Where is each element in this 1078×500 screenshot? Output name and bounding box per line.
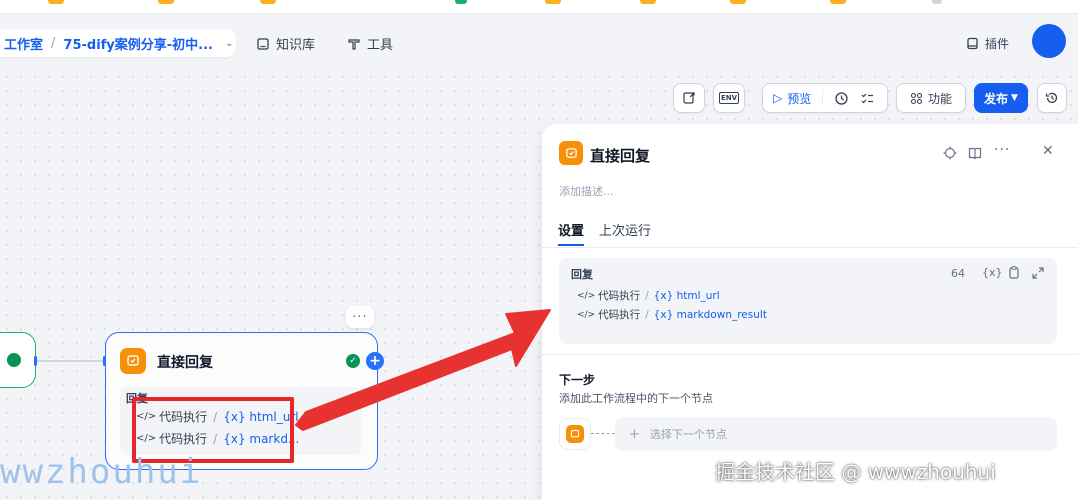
success-check-icon: [7, 353, 21, 367]
book-icon: [257, 37, 269, 50]
chevron-down-icon: ▼: [1011, 93, 1018, 103]
var-source: 代码执行: [598, 290, 641, 302]
docs-book-icon[interactable]: [968, 146, 982, 160]
panel-title[interactable]: 直接回复: [590, 145, 650, 166]
plugins-label: 插件: [985, 37, 1010, 51]
reply-icon: [127, 355, 139, 366]
node-more-button[interactable]: ···: [346, 306, 374, 328]
publish-button[interactable]: 发布 ▼: [974, 83, 1028, 113]
tab-settings[interactable]: 设置: [558, 220, 584, 239]
insert-variable-button[interactable]: {x}: [982, 266, 1003, 279]
watermark-left: wwzhouhui: [0, 452, 203, 492]
source-handle[interactable]: [34, 356, 37, 366]
next-step-title: 下一步: [559, 373, 596, 387]
env-icon: ENV: [718, 92, 740, 104]
chevron-down-icon[interactable]: ⌄: [225, 38, 233, 49]
checklist-icon[interactable]: [860, 91, 875, 106]
reply-var-line: </> 代码执行 / {x} html_url: [577, 289, 720, 303]
top-strip: [0, 0, 1078, 14]
success-check-icon: ✓: [346, 354, 360, 368]
answer-node-icon: [120, 348, 146, 374]
var-name: {x} html_url: [653, 289, 720, 302]
play-icon[interactable]: ▷: [773, 91, 782, 105]
hammer-icon: [348, 38, 360, 50]
features-icon: [910, 92, 923, 104]
preview-group: ▷ 预览: [762, 83, 888, 113]
reply-icon: [565, 147, 577, 158]
char-count: 64: [951, 267, 965, 280]
plus-icon: +: [629, 426, 640, 442]
nav-tools-label: 工具: [367, 38, 394, 53]
divider: [542, 247, 1078, 248]
breadcrumb-studio[interactable]: 工作室: [4, 34, 43, 53]
var-source: 代码执行: [598, 309, 641, 321]
reply-icon: [570, 429, 580, 438]
reply-label: 回复: [571, 268, 593, 281]
env-variables-button[interactable]: ENV: [713, 83, 745, 113]
breadcrumb: 工作室 / 75-dify案例分享-初中... ⌄: [0, 29, 236, 57]
current-node-icon: [559, 418, 591, 450]
var-name: {x} markdown_result: [653, 308, 767, 321]
nav-knowledge-label: 知识库: [276, 38, 316, 53]
reply-var-line: </> 代码执行 / {x} markdown_result: [577, 308, 767, 322]
code-icon: </>: [577, 309, 596, 320]
features-button[interactable]: 功能: [896, 83, 966, 113]
preview-button[interactable]: 预览: [787, 90, 811, 107]
import-dsl-button[interactable]: [673, 83, 705, 113]
export-icon: [683, 92, 695, 104]
watermark-right: 掘金技术社区 @ wwwzhouhui: [715, 460, 996, 484]
plugin-icon: [967, 37, 978, 50]
features-label: 功能: [927, 91, 952, 106]
publish-label: 发布: [984, 91, 1009, 106]
code-icon: </>: [577, 290, 596, 301]
copy-icon[interactable]: [1008, 266, 1020, 279]
answer-node-icon: [559, 141, 583, 165]
version-history-button[interactable]: [1037, 83, 1067, 113]
edge-connection[interactable]: [36, 360, 106, 362]
description-input[interactable]: 添加描述...: [559, 183, 614, 199]
nav-knowledge[interactable]: 知识库: [256, 34, 315, 53]
divider: [542, 354, 1078, 355]
active-tab-indicator: [558, 244, 584, 246]
next-step-connector: [591, 433, 615, 434]
plugins-button[interactable]: 插件: [966, 35, 1009, 52]
expand-icon[interactable]: [1032, 267, 1044, 279]
close-icon[interactable]: ✕: [1042, 143, 1054, 159]
select-next-label: 选择下一个节点: [649, 428, 727, 441]
breadcrumb-separator: /: [51, 35, 56, 51]
breadcrumb-app-name[interactable]: 75-dify案例分享-初中...: [63, 34, 213, 53]
panel-more-icon[interactable]: ···: [994, 142, 1010, 158]
avatar[interactable]: [1032, 24, 1066, 58]
run-history-icon[interactable]: [834, 91, 849, 106]
history-icon: [1045, 92, 1058, 103]
nav-tools[interactable]: 工具: [347, 34, 393, 53]
start-node[interactable]: [0, 332, 36, 388]
locate-node-icon[interactable]: [943, 146, 957, 160]
add-next-node-button[interactable]: +: [366, 352, 384, 370]
select-next-node-button[interactable]: + 选择下一个节点: [615, 417, 1057, 451]
next-step-description: 添加此工作流程中的下一个节点: [559, 392, 713, 405]
tab-last-run[interactable]: 上次运行: [599, 220, 651, 239]
answer-node-title: 直接回复: [157, 355, 213, 371]
